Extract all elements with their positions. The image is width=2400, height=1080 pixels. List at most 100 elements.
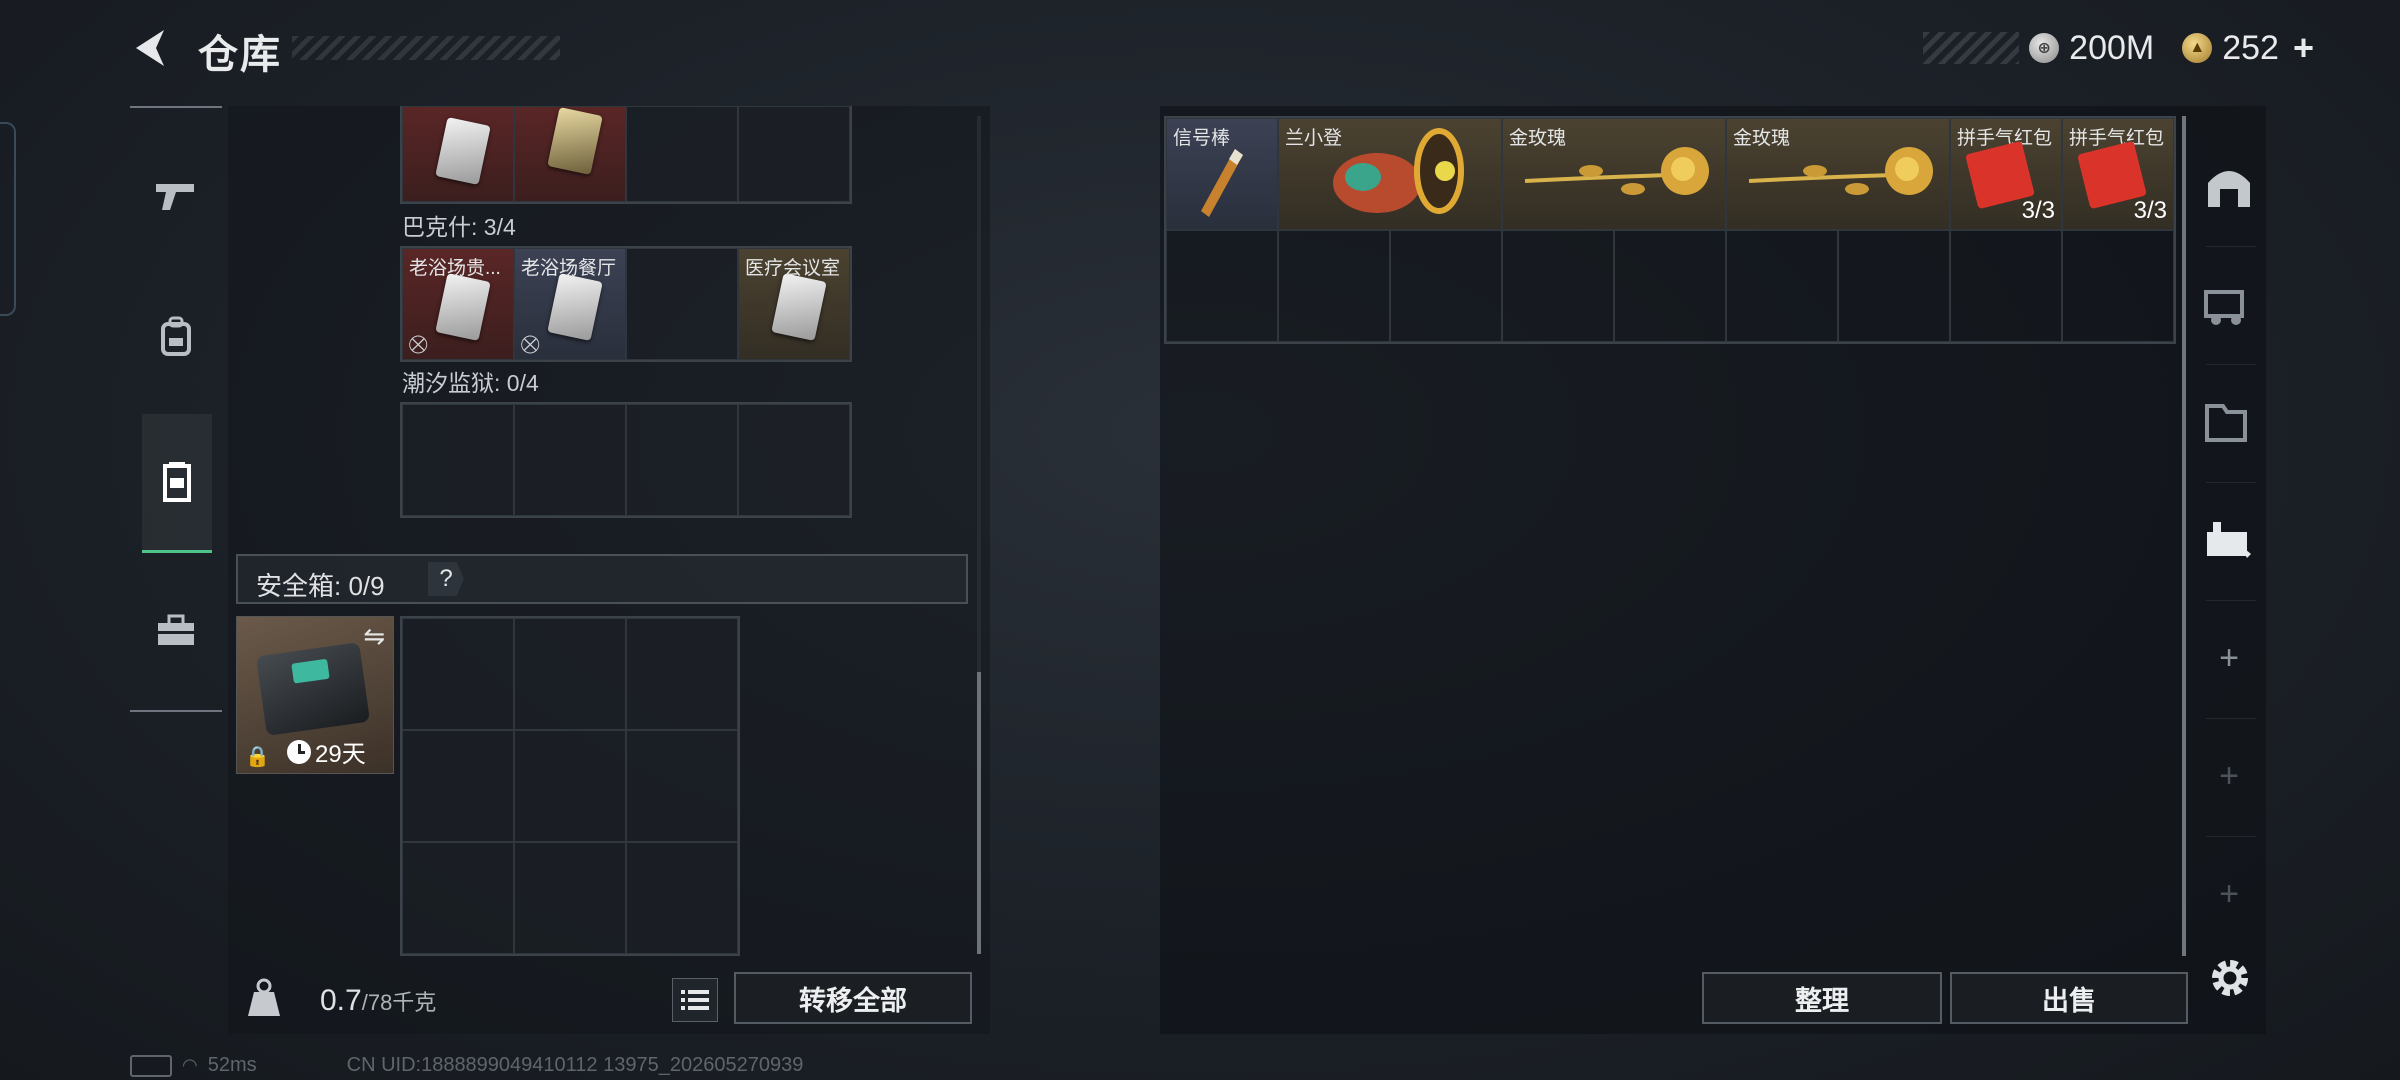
page-title: 仓库 <box>198 33 282 77</box>
left-edge-tab[interactable] <box>0 122 16 316</box>
empty-slot[interactable] <box>402 730 514 842</box>
empty-slot[interactable] <box>1726 230 1838 342</box>
red-envelope-item[interactable]: 拼手气红包 3/3 <box>1950 118 2062 230</box>
collection-icon <box>2207 522 2251 558</box>
stash-grid: 信号棒 兰小登 金玫瑰 金玫瑰 拼手气红包 3/3 拼手气红包 3/3 <box>1164 116 2176 344</box>
status-footer: ◠ 52ms CN UID:1888899049410112 13975_202… <box>130 1054 803 1077</box>
empty-slot[interactable] <box>514 842 626 954</box>
tab-divider <box>2206 482 2256 483</box>
gold-coin-icon: ▲ <box>2182 33 2213 63</box>
empty-slot[interactable] <box>1502 230 1614 342</box>
base-icon <box>2208 171 2250 207</box>
keycard-image <box>547 273 603 341</box>
keycard-slot[interactable] <box>514 106 626 202</box>
gold-rose-image <box>1748 147 1933 195</box>
nav-divider <box>130 710 222 712</box>
signal-stick-image <box>1201 149 1243 217</box>
empty-slot[interactable] <box>626 106 738 202</box>
help-button[interactable]: ? <box>428 562 464 596</box>
backpack-icon <box>161 316 191 356</box>
item-label: 老浴场餐厅 <box>521 258 617 279</box>
stash-tab-collection[interactable] <box>2192 490 2266 590</box>
truck-icon <box>2204 290 2244 325</box>
battery-icon <box>130 1054 172 1077</box>
keycard-slot[interactable]: 老浴场贵... ⛒ <box>402 248 514 360</box>
right-scrollbar[interactable] <box>2182 116 2186 956</box>
swap-icon[interactable]: ⇋ <box>363 621 385 652</box>
tab-divider <box>2206 246 2256 247</box>
nav-item-containers[interactable] <box>142 414 212 553</box>
keycard-image <box>547 107 603 175</box>
tab-divider <box>2206 836 2256 837</box>
silver-coin-amount: 200M <box>2069 28 2155 67</box>
empty-slot[interactable] <box>1390 230 1502 342</box>
empty-slot[interactable] <box>514 730 626 842</box>
gold-rose-item[interactable]: 金玫瑰 <box>1726 118 1950 230</box>
gold-rose-item[interactable]: 金玫瑰 <box>1502 118 1726 230</box>
safe-box-label: 安全箱: 0/9 <box>256 571 385 601</box>
sell-button[interactable]: 出售 <box>1950 972 2188 1024</box>
weight-icon <box>248 978 280 1016</box>
tab-divider <box>2206 600 2256 601</box>
add-tab-button[interactable]: + <box>2192 726 2266 826</box>
scroll-thumb[interactable] <box>977 672 981 954</box>
stash-tab-base[interactable] <box>2192 136 2266 236</box>
transfer-all-button[interactable]: 转移全部 <box>734 972 972 1024</box>
empty-slot[interactable] <box>514 618 626 730</box>
nav-item-weapons[interactable] <box>130 146 222 246</box>
add-tab-button[interactable]: + <box>2192 844 2266 944</box>
chaoxi-caption: 潮汐监狱: 0/4 <box>402 370 539 396</box>
empty-slot[interactable] <box>1838 230 1950 342</box>
keycard-image <box>771 273 827 341</box>
empty-slot[interactable] <box>402 618 514 730</box>
category-nav <box>130 106 222 712</box>
empty-slot[interactable] <box>738 404 850 516</box>
title-decoration <box>292 36 560 60</box>
item-count: 3/3 <box>2133 197 2167 224</box>
empty-slot[interactable] <box>402 842 514 954</box>
empty-slot[interactable] <box>626 730 738 842</box>
empty-slot[interactable] <box>2062 230 2174 342</box>
empty-slot[interactable] <box>738 106 850 202</box>
safe-box-item[interactable]: ⇋ 🔒 29天 <box>236 616 394 774</box>
empty-slot[interactable] <box>1950 230 2062 342</box>
lanxiaodeng-item[interactable]: 兰小登 <box>1278 118 1502 230</box>
empty-slot[interactable] <box>626 404 738 516</box>
keycard-slot[interactable]: 老浴场餐厅 ⛒ <box>514 248 626 360</box>
settings-gear-icon[interactable] <box>2206 954 2254 1002</box>
ping-readout: 52ms <box>207 1054 257 1076</box>
keycard-image <box>435 273 491 341</box>
tab-divider <box>2206 718 2256 719</box>
red-envelope-item[interactable]: 拼手气红包 3/3 <box>2062 118 2174 230</box>
stash-tab-folder[interactable] <box>2192 372 2266 472</box>
sort-button[interactable]: 整理 <box>1702 972 1942 1024</box>
empty-slot[interactable] <box>1278 230 1390 342</box>
empty-slot[interactable] <box>514 404 626 516</box>
gun-icon <box>156 184 194 210</box>
empty-slot[interactable] <box>1166 230 1278 342</box>
item-count: 3/3 <box>2021 197 2055 224</box>
lion-figure-image <box>1333 128 1464 214</box>
empty-slot[interactable] <box>626 842 738 954</box>
empty-slot[interactable] <box>1614 230 1726 342</box>
unlinked-icon: ⛒ <box>521 334 540 354</box>
list-icon <box>681 990 709 1010</box>
add-tab-button[interactable]: + <box>2192 608 2266 708</box>
item-label: 医疗会议室 <box>745 258 841 279</box>
keycard-slot[interactable]: 医疗会议室 <box>738 248 850 360</box>
add-currency-button[interactable]: + <box>2293 27 2314 69</box>
back-arrow-icon[interactable] <box>130 26 174 70</box>
list-view-button[interactable] <box>672 978 718 1022</box>
gold-coin-amount: 252 <box>2222 28 2279 67</box>
keycard-slot[interactable] <box>402 106 514 202</box>
empty-slot[interactable] <box>402 404 514 516</box>
stash-tab-vehicle[interactable] <box>2192 254 2266 354</box>
nav-item-toolbox[interactable] <box>130 580 222 680</box>
nav-item-backpack[interactable] <box>130 286 222 386</box>
weight-bar: 0.7/78千克 转移全部 <box>228 964 990 1034</box>
left-scrollbar[interactable] <box>977 116 981 954</box>
empty-slot[interactable] <box>626 248 738 360</box>
empty-slot[interactable] <box>626 618 738 730</box>
wifi-icon: ◠ <box>182 1055 198 1075</box>
signal-stick-item[interactable]: 信号棒 <box>1166 118 1278 230</box>
